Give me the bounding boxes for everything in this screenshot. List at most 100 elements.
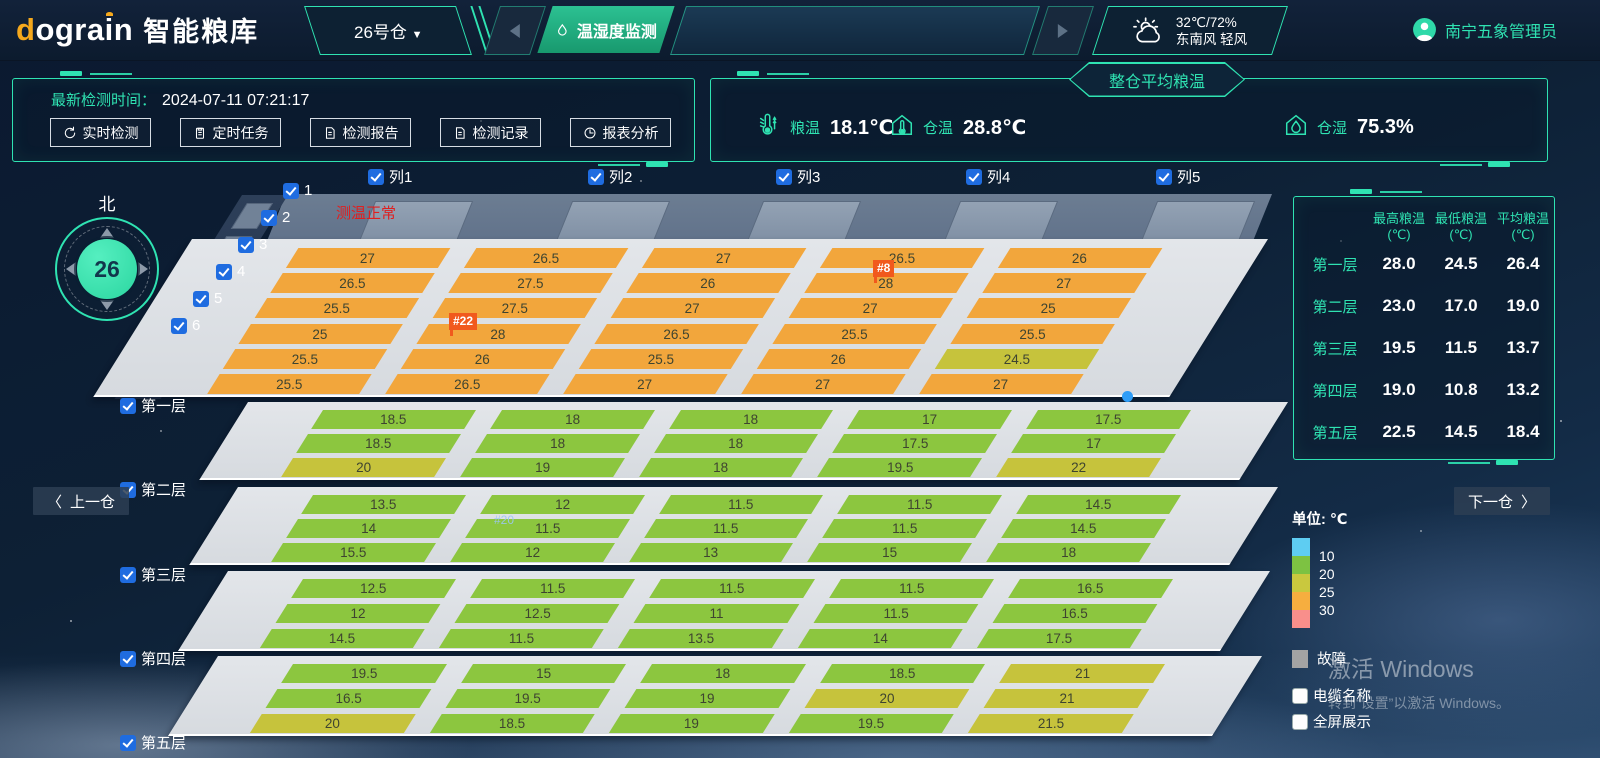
temperature-cell[interactable]: 11.5 (650, 579, 815, 598)
temperature-cell[interactable]: 26.5 (270, 273, 434, 293)
layer-checkbox-4[interactable]: 第四层 (120, 648, 186, 669)
checked-checkbox[interactable] (216, 264, 232, 280)
temperature-cell[interactable]: 19 (460, 458, 625, 477)
temperature-cell[interactable]: 19 (609, 714, 774, 733)
temperature-cell[interactable]: 21.5 (968, 714, 1133, 733)
temperature-cell[interactable]: 16.5 (992, 604, 1157, 623)
temperature-cell[interactable]: 18.5 (429, 714, 594, 733)
temperature-cell[interactable]: 19 (625, 689, 790, 708)
row-checkbox-4[interactable]: 4 (216, 263, 245, 280)
temperature-cell[interactable]: 15 (808, 543, 973, 562)
temperature-cell[interactable]: 26 (401, 349, 565, 369)
checked-checkbox[interactable] (588, 169, 604, 185)
temperature-cell[interactable]: 25.5 (207, 374, 371, 394)
temperature-cell[interactable]: 26.5 (464, 248, 628, 268)
compass-left-arrow-icon[interactable] (66, 262, 76, 276)
temperature-cell[interactable]: 25.5 (255, 298, 419, 318)
temperature-cell[interactable]: 11 (634, 604, 799, 623)
temperature-cell[interactable]: 20 (250, 714, 415, 733)
legend-option-checkbox-1[interactable]: 全屏展示 (1292, 711, 1382, 732)
temperature-cell[interactable]: 17.5 (833, 434, 998, 453)
temperature-cell[interactable]: 11.5 (829, 579, 994, 598)
checked-checkbox[interactable] (120, 735, 136, 751)
column-checkbox-3[interactable]: 列3 (776, 166, 820, 187)
temperature-cell[interactable]: 26 (626, 273, 790, 293)
temperature-cell[interactable]: 21 (1000, 664, 1165, 683)
unchecked-checkbox[interactable] (1292, 714, 1308, 730)
temperature-cell[interactable]: 14.5 (1016, 495, 1181, 514)
temperature-cell[interactable]: 14.5 (260, 629, 425, 648)
temperature-cell[interactable]: 14 (286, 519, 451, 538)
row-checkbox-3[interactable]: 3 (238, 236, 267, 253)
checked-checkbox[interactable] (283, 183, 299, 199)
temperature-cell[interactable]: 20 (804, 689, 969, 708)
column-checkbox-2[interactable]: 列2 (588, 166, 632, 187)
checked-checkbox[interactable] (238, 237, 254, 253)
legend-option-checkbox-0[interactable]: 电缆名称 (1292, 685, 1382, 706)
temperature-cell[interactable]: 25.5 (223, 349, 387, 369)
temperature-cell[interactable]: 11.5 (470, 579, 635, 598)
column-checkbox-5[interactable]: 列5 (1156, 166, 1200, 187)
temperature-cell[interactable]: 26.5 (385, 374, 549, 394)
layer-checkbox-5[interactable]: 第五层 (120, 732, 186, 753)
temperature-cell[interactable]: 13.5 (301, 495, 466, 514)
layer-checkbox-3[interactable]: 第三层 (120, 564, 186, 585)
temperature-cell[interactable]: 12 (276, 604, 441, 623)
row-checkbox-5[interactable]: 5 (193, 290, 222, 307)
cable-marker-tag-faint[interactable]: #20 (494, 513, 514, 527)
detection-button-0[interactable]: 实时检测 (50, 118, 151, 147)
temperature-cell[interactable]: 26.5 (594, 324, 758, 344)
temperature-cell[interactable]: 18 (490, 410, 655, 429)
temperature-cell[interactable]: 16.5 (1008, 579, 1173, 598)
temperature-cell[interactable]: 27.5 (448, 273, 612, 293)
temperature-cell[interactable]: 25 (967, 298, 1131, 318)
unchecked-checkbox[interactable] (1292, 688, 1308, 704)
temperature-cell[interactable]: 11.5 (659, 495, 824, 514)
temperature-cell[interactable]: 19.5 (281, 664, 446, 683)
temperature-cell[interactable]: 11.5 (823, 519, 988, 538)
temperature-cell[interactable]: 16.5 (266, 689, 431, 708)
temperature-cell[interactable]: 27 (741, 374, 905, 394)
temperature-cell[interactable]: 18.5 (296, 434, 461, 453)
temperature-cell[interactable]: 25.5 (772, 324, 936, 344)
temperature-cell[interactable]: 13.5 (618, 629, 783, 648)
detection-button-1[interactable]: 定时任务 (180, 118, 281, 147)
temperature-cell[interactable]: 27 (563, 374, 727, 394)
row-checkbox-6[interactable]: 6 (171, 317, 200, 334)
temperature-cell[interactable]: 18 (640, 664, 805, 683)
checked-checkbox[interactable] (966, 169, 982, 185)
prev-warehouse-button[interactable]: 〈上一仓 (33, 487, 129, 515)
temperature-cell[interactable]: 27 (286, 248, 450, 268)
detection-button-3[interactable]: 检测记录 (440, 118, 541, 147)
cable-marker-tag[interactable]: #22 (449, 313, 477, 330)
tab-temperature-humidity[interactable]: 温湿度监测 (537, 6, 674, 53)
checked-checkbox[interactable] (1156, 169, 1172, 185)
temperature-cell[interactable]: 18.5 (311, 410, 476, 429)
temperature-cell[interactable]: 17 (1011, 434, 1176, 453)
temperature-cell[interactable]: 19.5 (818, 458, 983, 477)
temperature-cell[interactable]: 14 (797, 629, 962, 648)
compass[interactable]: 北 26 (52, 190, 162, 320)
temperature-cell[interactable]: 27 (919, 374, 1083, 394)
temperature-cell[interactable]: 28 (416, 324, 580, 344)
temperature-cell[interactable]: 27 (789, 298, 953, 318)
temperature-cell[interactable]: 25 (238, 324, 402, 344)
user-account[interactable]: 南宁五象管理员 (1412, 17, 1557, 42)
temperature-cell[interactable]: 24.5 (935, 349, 1099, 369)
temperature-cell[interactable]: 14.5 (1001, 519, 1166, 538)
temperature-cell[interactable]: 22 (996, 458, 1161, 477)
temperature-cell[interactable]: 11.5 (465, 519, 630, 538)
column-checkbox-4[interactable]: 列4 (966, 166, 1010, 187)
temperature-cell[interactable]: 18 (654, 434, 819, 453)
checked-checkbox[interactable] (171, 318, 187, 334)
temperature-cell[interactable]: 12 (450, 543, 615, 562)
checked-checkbox[interactable] (193, 291, 209, 307)
temperature-cell[interactable]: 11.5 (838, 495, 1003, 514)
temperature-cell[interactable]: 11.5 (439, 629, 604, 648)
temperature-cell[interactable]: 25.5 (579, 349, 743, 369)
checked-checkbox[interactable] (776, 169, 792, 185)
temperature-cell[interactable]: 12.5 (291, 579, 456, 598)
row-checkbox-2[interactable]: 2 (261, 209, 290, 226)
temperature-cell[interactable]: 15 (461, 664, 626, 683)
temperature-cell[interactable]: 21 (984, 689, 1149, 708)
